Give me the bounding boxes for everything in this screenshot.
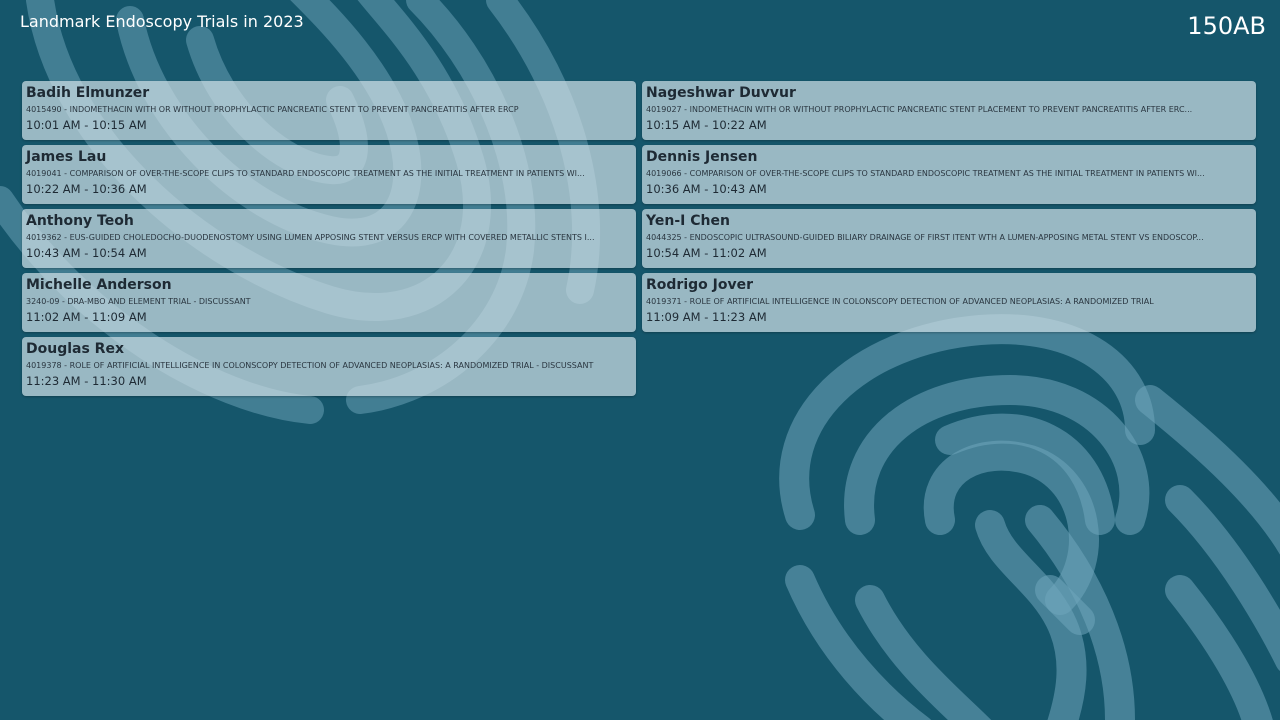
session-card: Rodrigo Jover 4019371 - ROLE OF ARTIFICI…	[642, 273, 1256, 332]
session-time: 10:36 AM - 10:43 AM	[646, 182, 767, 196]
session-time: 11:09 AM - 11:23 AM	[646, 310, 767, 324]
talk-title: 4019378 - ROLE OF ARTIFICIAL INTELLIGENC…	[26, 361, 594, 370]
talk-title: 4019027 - INDOMETHACIN WITH OR WITHOUT P…	[646, 105, 1193, 114]
session-card: Nageshwar Duvvur 4019027 - INDOMETHACIN …	[642, 81, 1256, 140]
room-label: 150AB	[1187, 12, 1266, 40]
speaker-name: Anthony Teoh	[26, 213, 134, 229]
speaker-name: Yen-I Chen	[646, 213, 730, 229]
talk-title: 4019066 - COMPARISON OF OVER-THE-SCOPE C…	[646, 169, 1205, 178]
session-card: Anthony Teoh 4019362 - EUS-GUIDED CHOLED…	[22, 209, 636, 268]
talk-title: 3240-09 - DRA-MBO AND ELEMENT TRIAL - DI…	[26, 297, 251, 306]
session-time: 11:23 AM - 11:30 AM	[26, 374, 147, 388]
speaker-name: Dennis Jensen	[646, 149, 758, 165]
speaker-name: Douglas Rex	[26, 341, 124, 357]
session-card: Douglas Rex 4019378 - ROLE OF ARTIFICIAL…	[22, 337, 636, 396]
session-card: Michelle Anderson 3240-09 - DRA-MBO AND …	[22, 273, 636, 332]
speaker-name: Rodrigo Jover	[646, 277, 753, 293]
speaker-name: Michelle Anderson	[26, 277, 172, 293]
session-time: 10:43 AM - 10:54 AM	[26, 246, 147, 260]
talk-title: 4019362 - EUS-GUIDED CHOLEDOCHO-DUODENOS…	[26, 233, 595, 242]
session-card: Yen-I Chen 4044325 - ENDOSCOPIC ULTRASOU…	[642, 209, 1256, 268]
speaker-name: Badih Elmunzer	[26, 85, 150, 101]
session-time: 10:54 AM - 11:02 AM	[646, 246, 767, 260]
talk-title: 4015490 - INDOMETHACIN WITH OR WITHOUT P…	[26, 105, 519, 114]
talk-title: 4019371 - ROLE OF ARTIFICIAL INTELLIGENC…	[646, 297, 1154, 306]
talk-title: 4019041 - COMPARISON OF OVER-THE-SCOPE C…	[26, 169, 585, 178]
session-grid: Badih Elmunzer 4015490 - INDOMETHACIN WI…	[22, 81, 1256, 396]
page-title: Landmark Endoscopy Trials in 2023	[20, 12, 304, 31]
session-card: James Lau 4019041 - COMPARISON OF OVER-T…	[22, 145, 636, 204]
session-card: Badih Elmunzer 4015490 - INDOMETHACIN WI…	[22, 81, 636, 140]
speaker-name: James Lau	[26, 149, 107, 165]
session-time: 10:22 AM - 10:36 AM	[26, 182, 147, 196]
talk-title: 4044325 - ENDOSCOPIC ULTRASOUND-GUIDED B…	[646, 233, 1204, 242]
session-time: 10:15 AM - 10:22 AM	[646, 118, 767, 132]
session-card: Dennis Jensen 4019066 - COMPARISON OF OV…	[642, 145, 1256, 204]
speaker-name: Nageshwar Duvvur	[646, 85, 796, 101]
session-time: 10:01 AM - 10:15 AM	[26, 118, 147, 132]
session-time: 11:02 AM - 11:09 AM	[26, 310, 147, 324]
